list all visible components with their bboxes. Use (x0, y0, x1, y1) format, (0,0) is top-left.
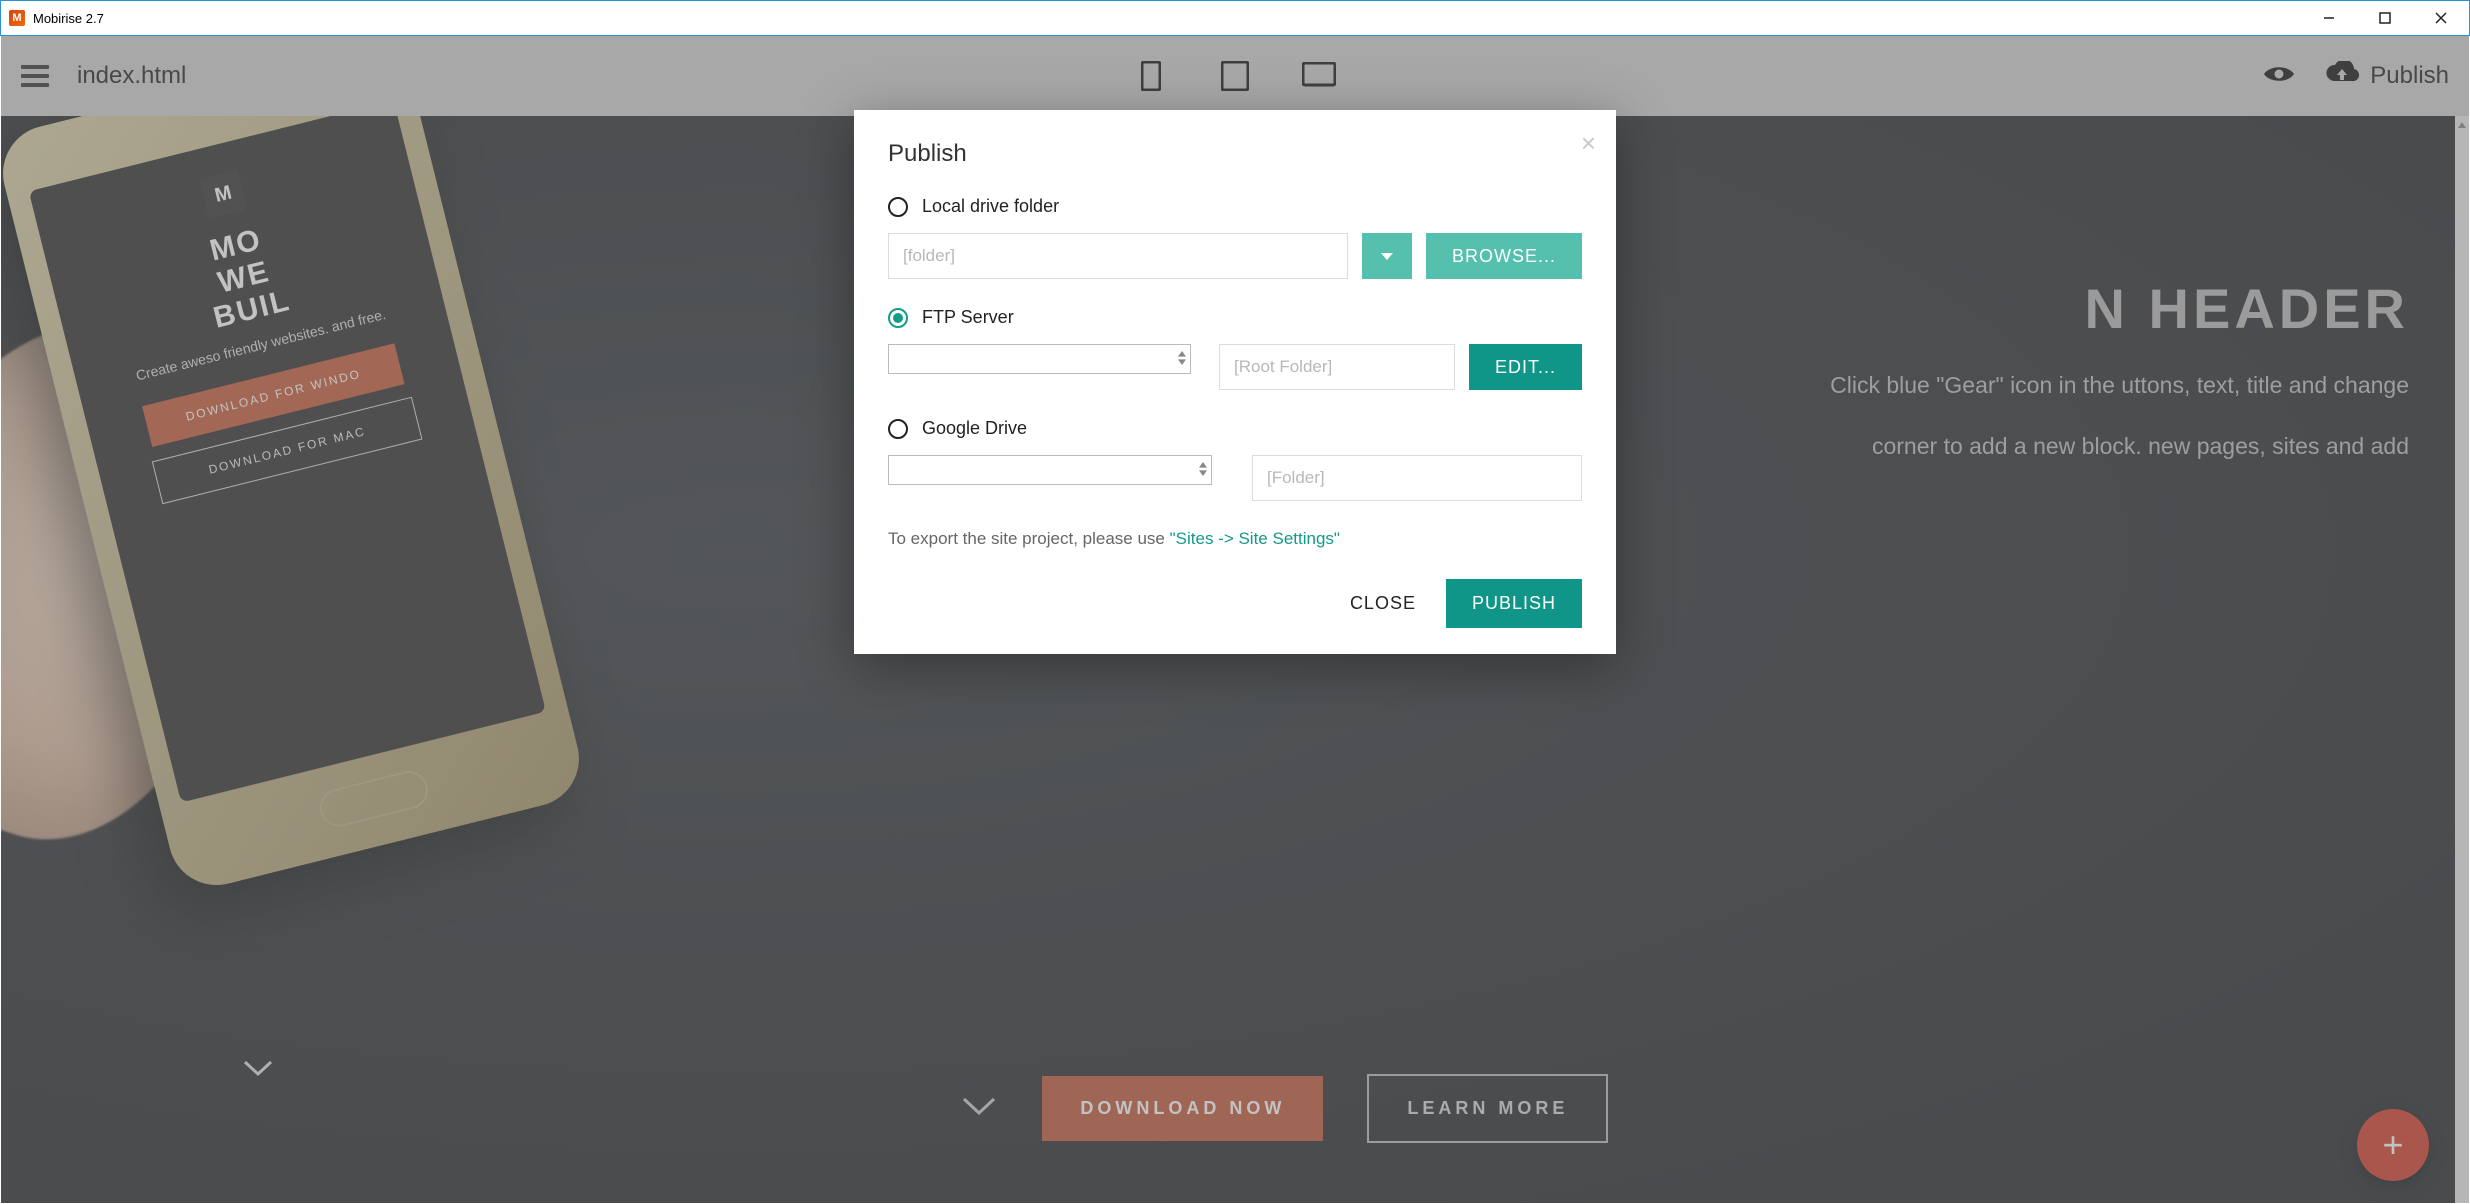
publish-dialog: Publish × Local drive folder [folder] BR… (854, 110, 1616, 654)
local-drive-radio[interactable] (888, 197, 908, 217)
ftp-edit-button[interactable]: EDIT... (1469, 344, 1582, 390)
local-folder-dropdown-icon[interactable] (1362, 233, 1412, 279)
ftp-root-folder-input[interactable]: [Root Folder] (1219, 344, 1455, 390)
ftp-server-radio[interactable] (888, 308, 908, 328)
dialog-close-button[interactable]: CLOSE (1344, 583, 1422, 624)
browse-button[interactable]: BROWSE... (1426, 233, 1582, 279)
local-folder-input[interactable]: [folder] (888, 233, 1348, 279)
google-drive-label: Google Drive (922, 418, 1027, 439)
local-drive-label: Local drive folder (922, 196, 1059, 217)
dialog-publish-button[interactable]: PUBLISH (1446, 579, 1582, 628)
app-icon: M (9, 10, 25, 26)
dialog-close-icon[interactable]: × (1581, 128, 1596, 159)
window-close-button[interactable] (2413, 1, 2469, 35)
gdrive-folder-input[interactable]: [Folder] (1252, 455, 1582, 501)
google-drive-radio[interactable] (888, 419, 908, 439)
dialog-title: Publish (888, 140, 1582, 168)
gdrive-account-select[interactable] (888, 455, 1212, 485)
export-hint: To export the site project, please use "… (888, 529, 1582, 549)
window-minimize-button[interactable] (2301, 1, 2357, 35)
window-maximize-button[interactable] (2357, 1, 2413, 35)
app-root: index.html Publish (1, 36, 2469, 1203)
site-settings-link[interactable]: "Sites -> Site Settings" (1170, 529, 1340, 548)
ftp-profile-select[interactable] (888, 344, 1191, 374)
window-title: Mobirise 2.7 (33, 11, 104, 26)
window-titlebar: M Mobirise 2.7 (0, 0, 2470, 36)
ftp-server-label: FTP Server (922, 307, 1014, 328)
